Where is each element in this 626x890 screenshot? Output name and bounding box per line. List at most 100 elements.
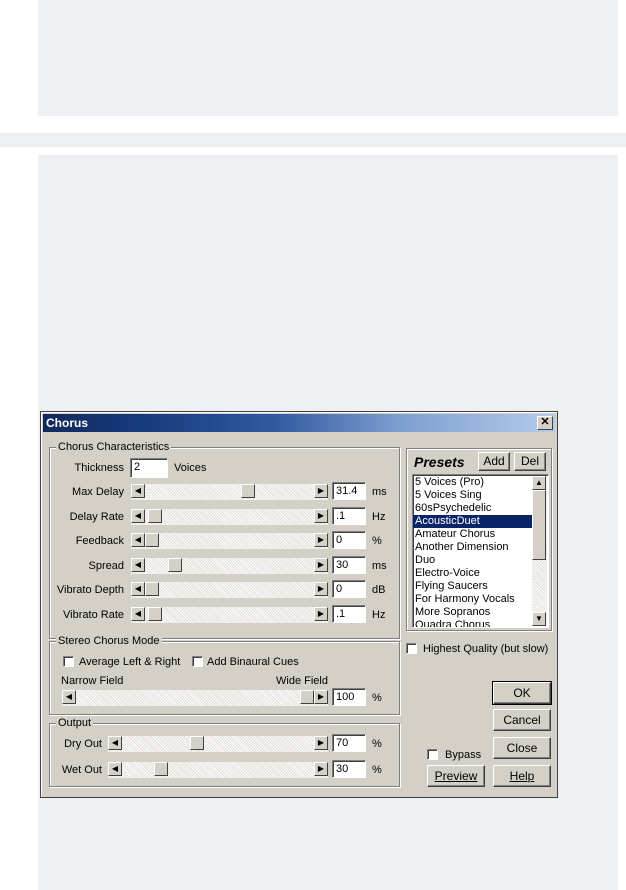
stereo-field-thumb[interactable] (300, 690, 314, 704)
stereo-field-value-field[interactable]: 100 (332, 688, 366, 706)
preset-item[interactable]: 5 Voices (Pro) (413, 476, 532, 489)
add-preset-button[interactable]: Add (478, 452, 510, 471)
feedback-label: Feedback (75, 535, 124, 547)
right-arrow-icon[interactable]: ▶ (314, 558, 328, 572)
wet-out-slider[interactable]: ◀ ▶ (108, 762, 328, 778)
dry-out-value-field[interactable]: 70 (332, 734, 366, 752)
preset-item[interactable]: 60sPsychedelic (413, 502, 532, 515)
right-arrow-icon[interactable]: ▶ (314, 736, 328, 750)
spread-value-field[interactable]: 30 (332, 556, 366, 574)
average-lr-label: Average Left & Right (79, 656, 181, 668)
presets-scrollbar[interactable]: ▲ ▼ (532, 476, 547, 626)
vibrato-rate-label: Vibrato Rate (63, 609, 124, 621)
preset-item[interactable]: 5 Voices Sing (413, 489, 532, 502)
presets-list[interactable]: 5 Voices (Pro) 5 Voices Sing 60sPsychedeli… (412, 474, 549, 628)
left-arrow-icon[interactable]: ◀ (131, 484, 145, 498)
feedback-value-field[interactable]: 0 (332, 531, 366, 549)
binaural-checkbox[interactable] (192, 656, 203, 667)
thickness-field[interactable]: 2 (130, 458, 168, 478)
preset-item[interactable]: AcousticDuet (413, 515, 532, 528)
delete-preset-button[interactable]: Del (514, 452, 546, 471)
delay-rate-label: Delay Rate (69, 511, 124, 523)
close-button[interactable]: Close (493, 737, 551, 759)
presets-scroll-thumb[interactable] (532, 490, 546, 560)
right-arrow-icon[interactable]: ▶ (314, 607, 328, 621)
dialog-title: Chorus (46, 416, 88, 430)
preset-item[interactable]: More Sopranos (413, 606, 532, 619)
right-arrow-icon[interactable]: ▶ (314, 762, 328, 776)
preset-item[interactable]: Flying Saucers (413, 580, 532, 593)
max-delay-slider[interactable]: ◀ ▶ (131, 484, 328, 500)
dry-out-thumb[interactable] (190, 736, 204, 750)
scroll-up-icon[interactable]: ▲ (532, 476, 546, 490)
chorus-characteristics-label: Chorus Characteristics (56, 441, 172, 453)
right-arrow-icon[interactable]: ▶ (314, 533, 328, 547)
cancel-button[interactable]: Cancel (493, 709, 551, 731)
vibrato-rate-value-field[interactable]: .1 (332, 605, 366, 623)
thickness-unit: Voices (174, 462, 207, 474)
preview-button[interactable]: Preview (427, 765, 485, 787)
wide-field-label: Wide Field (276, 675, 328, 687)
spread-slider[interactable]: ◀ ▶ (131, 558, 328, 574)
max-delay-unit: ms (372, 486, 387, 498)
left-arrow-icon[interactable]: ◀ (131, 582, 145, 596)
left-arrow-icon[interactable]: ◀ (131, 533, 145, 547)
bypass-checkbox[interactable] (427, 749, 438, 760)
presets-label: Presets (414, 454, 465, 470)
feedback-unit: % (372, 535, 382, 547)
scroll-down-icon[interactable]: ▼ (532, 612, 546, 626)
right-arrow-icon[interactable]: ▶ (314, 484, 328, 498)
vibrato-rate-thumb[interactable] (148, 607, 162, 621)
spread-thumb[interactable] (168, 558, 182, 572)
delay-rate-slider[interactable]: ◀ ▶ (131, 509, 328, 525)
wet-out-thumb[interactable] (154, 762, 168, 776)
delay-rate-value-field[interactable]: .1 (332, 507, 366, 525)
delay-rate-unit: Hz (372, 511, 386, 523)
left-arrow-icon[interactable]: ◀ (131, 509, 145, 523)
vibrato-depth-value-field[interactable]: 0 (332, 580, 366, 598)
left-arrow-icon[interactable]: ◀ (108, 736, 122, 750)
vibrato-depth-slider[interactable]: ◀ ▶ (131, 582, 328, 598)
ok-button[interactable]: OK (492, 681, 552, 705)
preset-item[interactable]: Quadra Chorus (413, 619, 532, 627)
highest-quality-checkbox[interactable] (406, 643, 417, 654)
right-arrow-icon[interactable]: ▶ (314, 690, 328, 704)
chorus-dialog: Chorus ✕ Chorus Characteristics Thicknes… (40, 411, 558, 798)
feedback-thumb[interactable] (145, 533, 159, 547)
wet-out-label: Wet Out (61, 764, 102, 776)
output-label: Output (56, 717, 94, 729)
wet-out-unit: % (372, 764, 382, 776)
max-delay-label: Max Delay (72, 486, 124, 498)
preset-item[interactable]: For Harmony Vocals (413, 593, 532, 606)
bypass-label: Bypass (445, 749, 482, 761)
dry-out-label: Dry Out (64, 738, 102, 750)
close-icon[interactable]: ✕ (537, 416, 553, 430)
preset-item[interactable]: Duo (413, 554, 532, 567)
vibrato-rate-slider[interactable]: ◀ ▶ (131, 607, 328, 623)
vibrato-depth-label: Vibrato Depth (56, 584, 124, 596)
vibrato-rate-unit: Hz (372, 609, 386, 621)
background-separator (0, 133, 626, 147)
help-button[interactable]: Help (493, 765, 551, 787)
average-lr-checkbox[interactable] (63, 656, 74, 667)
wet-out-value-field[interactable]: 30 (332, 760, 366, 778)
preset-item[interactable]: Electro-Voice (413, 567, 532, 580)
left-arrow-icon[interactable]: ◀ (108, 762, 122, 776)
title-bar[interactable]: Chorus ✕ (43, 414, 555, 432)
dry-out-slider[interactable]: ◀ ▶ (108, 736, 328, 752)
left-arrow-icon[interactable]: ◀ (131, 607, 145, 621)
stereo-field-unit: % (372, 692, 382, 704)
preset-item[interactable]: Amateur Chorus (413, 528, 532, 541)
stereo-field-slider[interactable]: ◀ ▶ (62, 690, 328, 706)
right-arrow-icon[interactable]: ▶ (314, 509, 328, 523)
feedback-slider[interactable]: ◀ ▶ (131, 533, 328, 549)
vibrato-depth-thumb[interactable] (145, 582, 159, 596)
delay-rate-thumb[interactable] (148, 509, 162, 523)
highest-quality-label: Highest Quality (but slow) (423, 643, 549, 655)
max-delay-value-field[interactable]: 31.4 (332, 482, 366, 500)
left-arrow-icon[interactable]: ◀ (62, 690, 76, 704)
left-arrow-icon[interactable]: ◀ (131, 558, 145, 572)
max-delay-thumb[interactable] (241, 484, 255, 498)
right-arrow-icon[interactable]: ▶ (314, 582, 328, 596)
preset-item[interactable]: Another Dimension (413, 541, 532, 554)
